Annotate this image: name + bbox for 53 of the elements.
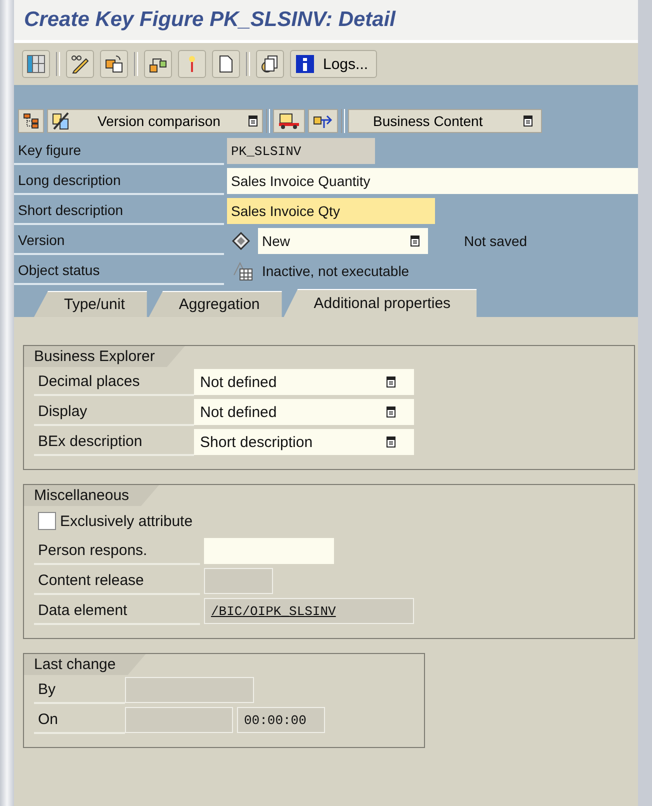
pencil-icon[interactable] [66, 50, 94, 78]
field-label: Long description [14, 167, 224, 195]
description-field[interactable]: Sales Invoice Qty [227, 198, 435, 224]
dropdown-icon[interactable] [386, 436, 396, 448]
readonly-field [204, 568, 273, 594]
field-label: Person respons. [34, 537, 200, 565]
field-label: Version [14, 227, 224, 255]
field-label: Short description [14, 197, 224, 225]
connect-icon[interactable] [308, 108, 338, 132]
documents-icon[interactable] [256, 50, 284, 78]
dropdown-field[interactable]: Short description [194, 429, 414, 455]
truck-icon[interactable] [273, 108, 305, 132]
dropdown-icon[interactable] [386, 376, 396, 388]
group-title: Last change [24, 654, 146, 675]
checkbox-label: Exclusively attribute [60, 512, 193, 530]
hierarchy-icon[interactable] [144, 50, 172, 78]
logs-button[interactable]: Logs... [290, 50, 378, 78]
document-icon[interactable] [212, 50, 240, 78]
diamond-icon [232, 232, 250, 250]
dropdown-icon[interactable] [410, 235, 420, 247]
dropdown-field[interactable]: Not defined [194, 369, 414, 395]
key-figure-field: PK_SLSINV [227, 138, 375, 164]
field-label: Key figure [14, 137, 224, 165]
status-icon [232, 261, 254, 281]
dropdown-icon[interactable] [248, 114, 258, 126]
dropdown-icon[interactable] [523, 114, 533, 126]
business-content-button[interactable]: Business Content [348, 108, 542, 132]
group-title: Miscellaneous [24, 485, 160, 506]
window-title: Create Key Figure PK_SLSINV: Detail [24, 8, 396, 32]
compare-icon [52, 112, 70, 130]
field-label: Object status [14, 257, 224, 285]
tab[interactable]: Aggregation [148, 291, 282, 317]
copy-icon[interactable] [100, 50, 128, 78]
field-label: Content release [34, 567, 200, 595]
version-dropdown[interactable]: New [258, 228, 428, 254]
data-element-link[interactable]: /BIC/OIPK_SLSINV [204, 598, 414, 624]
input-field[interactable] [204, 538, 334, 564]
tab[interactable]: Additional properties [284, 289, 477, 317]
dropdown-icon[interactable] [386, 406, 396, 418]
object-status: Inactive, not executable [262, 263, 410, 279]
table-icon[interactable] [22, 50, 50, 78]
checkbox[interactable] [38, 512, 56, 530]
field-label: Data element [34, 597, 200, 625]
group-title: Business Explorer [24, 346, 185, 367]
version-status: Not saved [464, 233, 528, 249]
tree-icon[interactable] [18, 108, 44, 132]
time-field: 00:00:00 [237, 707, 325, 733]
tab[interactable]: Type/unit [34, 291, 147, 317]
lamp-icon[interactable] [178, 50, 206, 78]
description-field[interactable]: Sales Invoice Quantity [227, 168, 638, 194]
info-icon [295, 54, 315, 74]
version-comparison-button[interactable]: Version comparison [47, 108, 263, 132]
dropdown-field[interactable]: Not defined [194, 399, 414, 425]
